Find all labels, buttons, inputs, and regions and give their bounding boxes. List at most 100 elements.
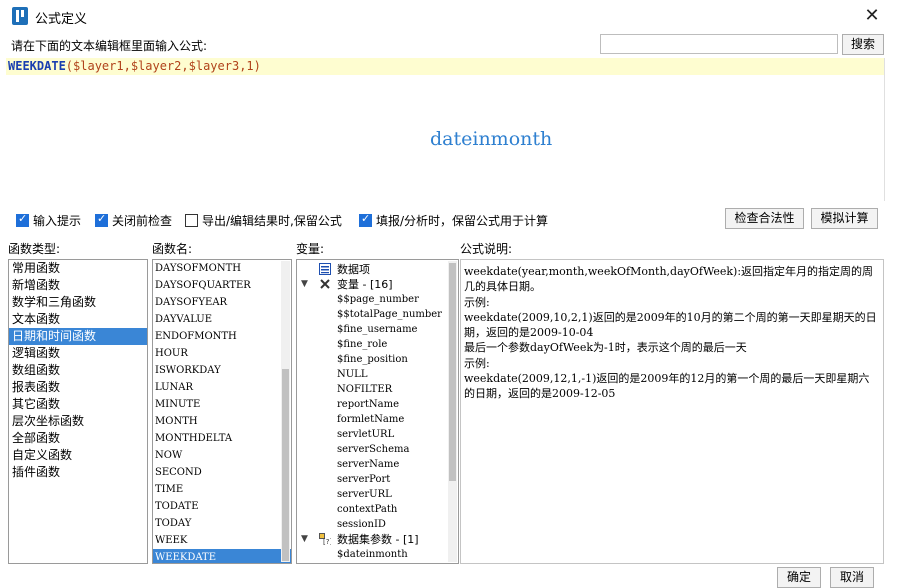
variable-name: contextPath xyxy=(337,504,398,515)
category-item[interactable]: 数学和三角函数 xyxy=(9,294,147,311)
description-line: weekdate(year,month,weekOfMonth,dayOfWee… xyxy=(464,265,874,294)
category-list[interactable]: 常用函数 新增函数 数学和三角函数 文本函数 日期和时间函数 逻辑函数 数组函数 报表函数 其它… xyxy=(8,259,148,564)
scrollbar-thumb[interactable] xyxy=(449,263,456,481)
function-item[interactable]: DAYVALUE xyxy=(153,311,291,328)
checkbox-box[interactable] xyxy=(95,212,108,227)
category-label: 函数类型: xyxy=(8,242,61,256)
function-item[interactable]: HOUR xyxy=(153,345,291,362)
function-list[interactable]: DAYSOFMONTH DAYSOFQUARTER DAYSOFYEAR DAYVAL… xyxy=(152,259,292,564)
close-button[interactable]: ✕ xyxy=(860,4,884,28)
function-item[interactable]: WEEKDATE xyxy=(153,549,291,563)
variable-label: 变量: xyxy=(296,242,325,256)
autocomplete-hint[interactable]: dateinmonth xyxy=(430,128,552,150)
input-hint-checkbox[interactable]: 输入提示 xyxy=(16,212,81,229)
keep-formula-on-export-checkbox[interactable]: 导出/编辑结果时,保留公式 xyxy=(185,212,342,229)
function-item[interactable]: DAYSOFMONTH xyxy=(153,260,291,277)
description-label: 公式说明: xyxy=(460,242,513,256)
expand-toggle-icon[interactable]: ▼ xyxy=(301,277,311,292)
function-item[interactable]: DAYSOFYEAR xyxy=(153,294,291,311)
tree-leaf[interactable]: $$totalPage_number xyxy=(297,307,458,322)
tree-leaf[interactable]: serverPort xyxy=(297,472,458,487)
category-item[interactable]: 常用函数 xyxy=(9,260,147,277)
variable-scrollbar[interactable] xyxy=(448,261,457,562)
variable-name: $$page_number xyxy=(337,294,419,305)
variable-name: serverURL xyxy=(337,489,392,500)
tree-node[interactable]: ▼ 变量 - [16] xyxy=(297,277,458,292)
scrollbar-thumb[interactable] xyxy=(282,369,289,561)
function-item[interactable]: MONTHDELTA xyxy=(153,430,291,447)
tree-leaf[interactable]: $fine_username xyxy=(297,322,458,337)
category-item[interactable]: 报表函数 xyxy=(9,379,147,396)
category-item[interactable]: 其它函数 xyxy=(9,396,147,413)
formula-arguments: ($layer1,$layer2,$layer3,1) xyxy=(65,59,261,73)
formula-editor[interactable]: WEEKDATE($layer1,$layer2,$layer3,1) date… xyxy=(6,58,885,201)
tree-leaf[interactable]: $fine_position xyxy=(297,352,458,367)
tree-leaf[interactable]: serverSchema xyxy=(297,442,458,457)
function-item[interactable]: ENDOFMONTH xyxy=(153,328,291,345)
category-item[interactable]: 层次坐标函数 xyxy=(9,413,147,430)
tree-leaf[interactable]: NOFILTER xyxy=(297,382,458,397)
tree-leaf[interactable]: contextPath xyxy=(297,502,458,517)
tree-leaf[interactable]: serverName xyxy=(297,457,458,472)
category-item[interactable]: 新增函数 xyxy=(9,277,147,294)
cancel-button[interactable]: 取消 xyxy=(830,567,874,588)
tree-node-label: 数据项 xyxy=(337,263,370,276)
function-item[interactable]: DAYSOFQUARTER xyxy=(153,277,291,294)
variable-name: $fine_position xyxy=(337,354,408,365)
tree-node[interactable]: 数据项 xyxy=(297,262,458,277)
tree-leaf[interactable]: $$page_number xyxy=(297,292,458,307)
check-validity-button[interactable]: 检查合法性 xyxy=(725,208,804,229)
variable-tree[interactable]: 数据项 ▼ 变量 - [16] $$page_number $$totalPage_nu… xyxy=(296,259,459,564)
formula-line[interactable]: WEEKDATE($layer1,$layer2,$layer3,1) xyxy=(6,58,884,75)
variable-name: serverPort xyxy=(337,474,391,485)
simulate-button[interactable]: 模拟计算 xyxy=(811,208,878,229)
expand-toggle-icon[interactable]: ▼ xyxy=(301,532,311,547)
function-items: DAYSOFMONTH DAYSOFQUARTER DAYSOFYEAR DAYVAL… xyxy=(153,260,291,563)
tree-leaf[interactable]: sessionID xyxy=(297,517,458,532)
keep-formula-on-fill-checkbox[interactable]: 填报/分析时，保留公式用于计算 xyxy=(359,212,548,229)
function-item[interactable]: MONTH xyxy=(153,413,291,430)
category-item[interactable]: 插件函数 xyxy=(9,464,147,481)
category-item[interactable]: 自定义函数 xyxy=(9,447,147,464)
variable-name: formletName xyxy=(337,414,405,425)
editor-prompt: 请在下面的文本编辑框里面输入公式: xyxy=(11,39,208,53)
category-item[interactable]: 文本函数 xyxy=(9,311,147,328)
variable-name: sessionID xyxy=(337,519,386,530)
function-item[interactable]: NOW xyxy=(153,447,291,464)
checkbox-box[interactable] xyxy=(359,212,372,227)
tree-leaf[interactable]: serverURL xyxy=(297,487,458,502)
variable-name: $dateinmonth xyxy=(337,549,408,560)
function-item[interactable]: TIME xyxy=(153,481,291,498)
checkbox-box[interactable] xyxy=(185,214,198,227)
function-item[interactable]: TODATE xyxy=(153,498,291,515)
tree-leaf[interactable]: reportName xyxy=(297,397,458,412)
ok-button[interactable]: 确定 xyxy=(777,567,821,588)
function-item[interactable]: WEEK xyxy=(153,532,291,549)
tree-leaf[interactable]: formletName xyxy=(297,412,458,427)
function-item[interactable]: LUNAR xyxy=(153,379,291,396)
dataset-param-icon: [?] xyxy=(319,533,332,546)
search-button[interactable]: 搜索 xyxy=(842,34,884,55)
description-line: weekdate(2009,12,1,-1)返回的是2009年的12月的第一个周… xyxy=(464,372,870,401)
tree-node-label: 变量 - [16] xyxy=(337,278,393,291)
checkbox-label: 关闭前检查 xyxy=(112,214,173,228)
tree-leaf[interactable]: $fine_role xyxy=(297,337,458,352)
variable-group-icon xyxy=(319,278,331,290)
function-label: 函数名: xyxy=(152,242,193,256)
tree-leaf[interactable]: servletURL xyxy=(297,427,458,442)
tree-leaf[interactable]: $dateinmonth xyxy=(297,547,458,562)
category-item[interactable]: 逻辑函数 xyxy=(9,345,147,362)
checkbox-box[interactable] xyxy=(16,212,29,227)
function-item[interactable]: ISWORKDAY xyxy=(153,362,291,379)
tree-node[interactable]: ▼ [?] 数据集参数 - [1] xyxy=(297,532,458,547)
function-scrollbar[interactable] xyxy=(281,261,290,562)
category-item[interactable]: 全部函数 xyxy=(9,430,147,447)
search-input[interactable] xyxy=(600,34,838,54)
category-item[interactable]: 数组函数 xyxy=(9,362,147,379)
category-item[interactable]: 日期和时间函数 xyxy=(9,328,147,345)
function-item[interactable]: SECOND xyxy=(153,464,291,481)
tree-leaf[interactable]: NULL xyxy=(297,367,458,382)
function-item[interactable]: MINUTE xyxy=(153,396,291,413)
function-item[interactable]: TODAY xyxy=(153,515,291,532)
check-before-close-checkbox[interactable]: 关闭前检查 xyxy=(95,212,172,229)
